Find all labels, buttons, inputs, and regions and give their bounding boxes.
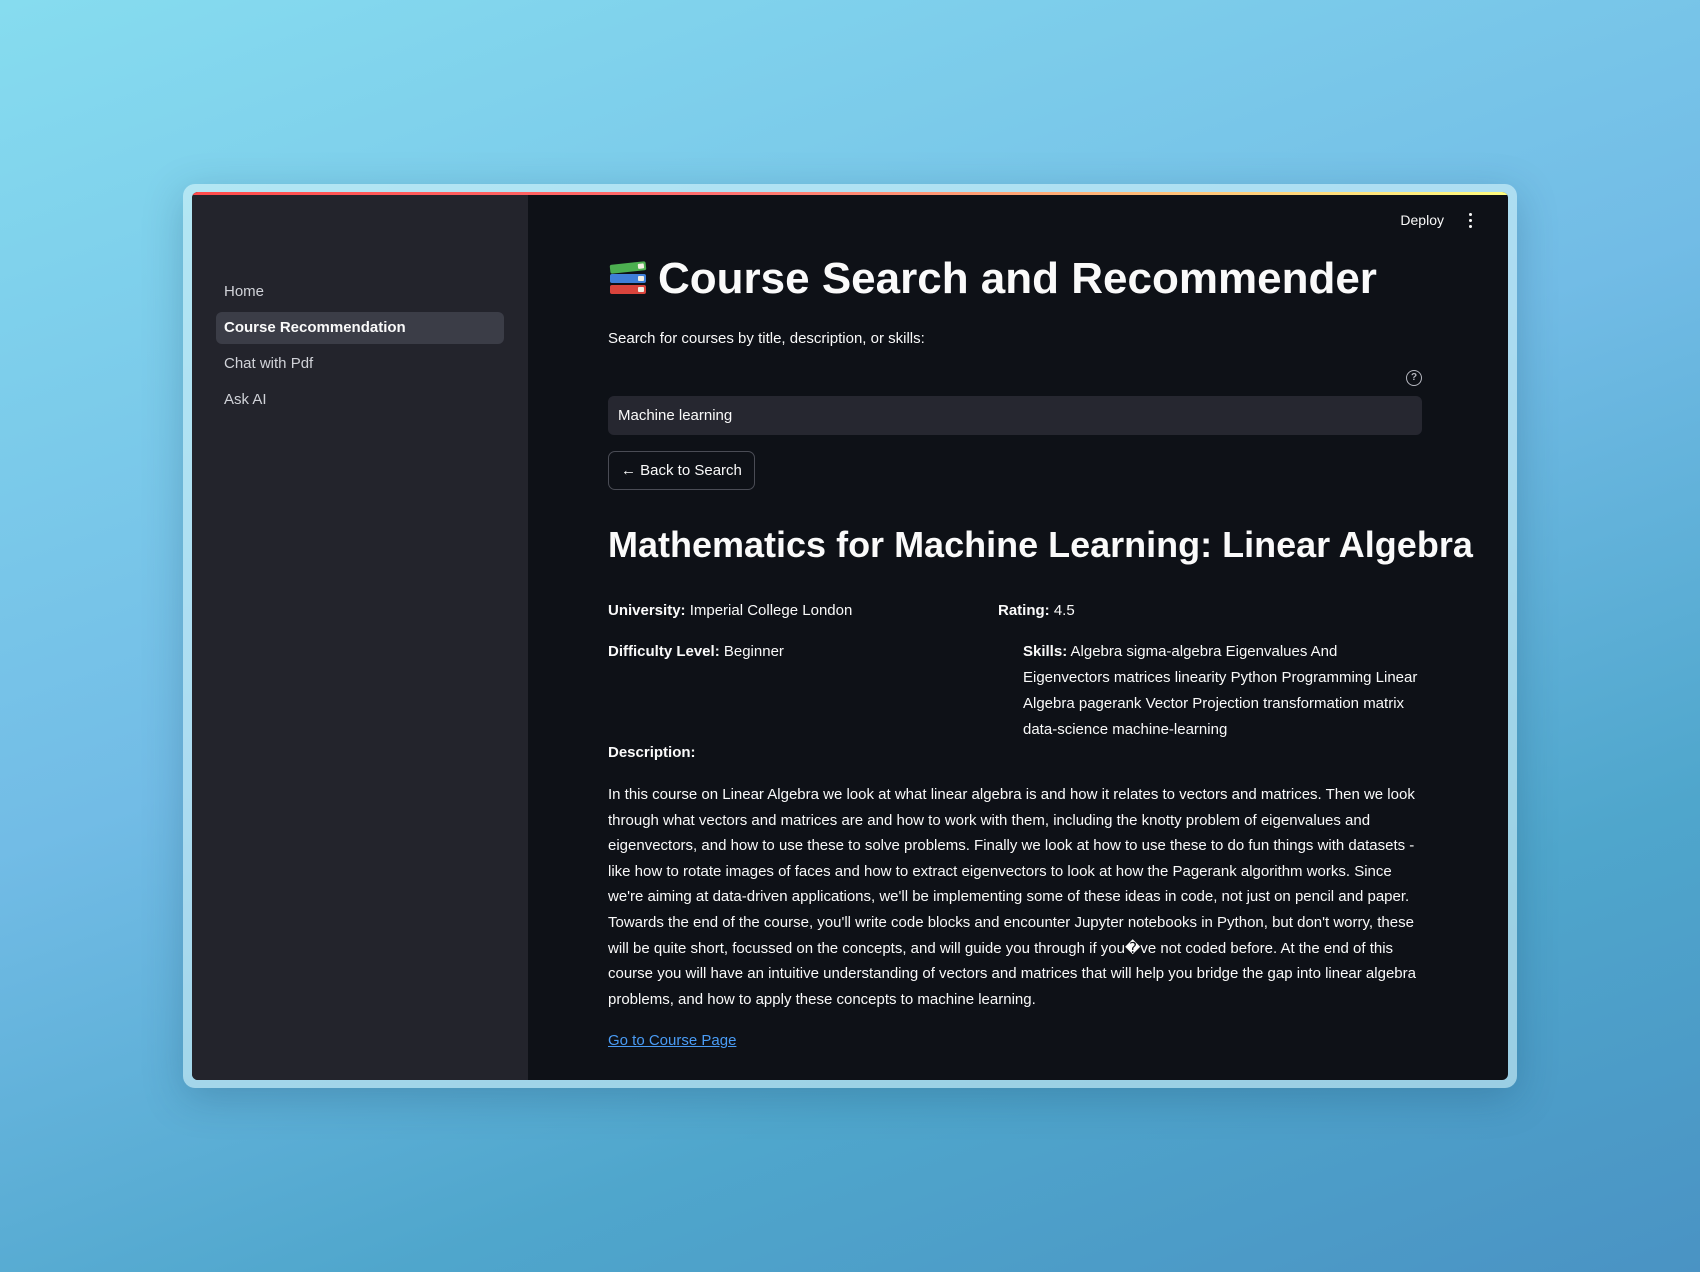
question-circle-icon[interactable]: ?	[1406, 370, 1422, 386]
search-label: Search for courses by title, description…	[608, 330, 925, 347]
books-icon	[608, 259, 648, 299]
top-decoration-bar	[192, 192, 1508, 195]
rating-label: Rating:	[998, 602, 1050, 619]
page-title: Course Search and Recommender	[658, 254, 1377, 303]
university-label: University:	[608, 602, 686, 619]
sidebar-item-chat-with-pdf[interactable]: Chat with Pdf	[216, 348, 504, 380]
description-label: Description:	[608, 744, 696, 761]
sidebar-item-ask-ai[interactable]: Ask AI	[216, 384, 504, 416]
description-text: In this course on Linear Algebra we look…	[608, 786, 1416, 1008]
skills-label: Skills:	[1023, 643, 1068, 660]
search-input[interactable]	[608, 396, 1422, 435]
sidebar-item-course-recommendation[interactable]: Course Recommendation	[216, 312, 504, 344]
app-window: Home Course Recommendation Chat with Pdf…	[192, 192, 1508, 1080]
kebab-menu-icon[interactable]	[1462, 210, 1478, 230]
rating-field: Rating: 4.5	[998, 598, 1075, 624]
skills-value: Algebra sigma-algebra Eigenvalues And Ei…	[1023, 643, 1418, 738]
deploy-button[interactable]: Deploy	[1400, 212, 1444, 228]
sidebar: Home Course Recommendation Chat with Pdf…	[192, 192, 528, 1080]
skills-field: Skills: Algebra sigma-algebra Eigenvalue…	[1023, 639, 1428, 743]
back-to-search-button[interactable]: ← Back to Search	[608, 451, 755, 490]
sidebar-item-home[interactable]: Home	[216, 276, 504, 308]
university-value: Imperial College London	[689, 602, 853, 619]
header-actions: Deploy	[1400, 210, 1478, 230]
difficulty-value: Beginner	[723, 643, 784, 660]
rating-value: 4.5	[1053, 602, 1075, 619]
course-title: Mathematics for Machine Learning: Linear…	[608, 524, 1473, 565]
difficulty-field: Difficulty Level: Beginner	[608, 639, 784, 665]
course-page-link[interactable]: Go to Course Page	[608, 1032, 736, 1049]
university-field: University: Imperial College London	[608, 598, 852, 624]
sidebar-nav: Home Course Recommendation Chat with Pdf…	[216, 276, 504, 420]
difficulty-label: Difficulty Level:	[608, 643, 720, 660]
page-title-row: Course Search and Recommender	[608, 254, 1377, 304]
